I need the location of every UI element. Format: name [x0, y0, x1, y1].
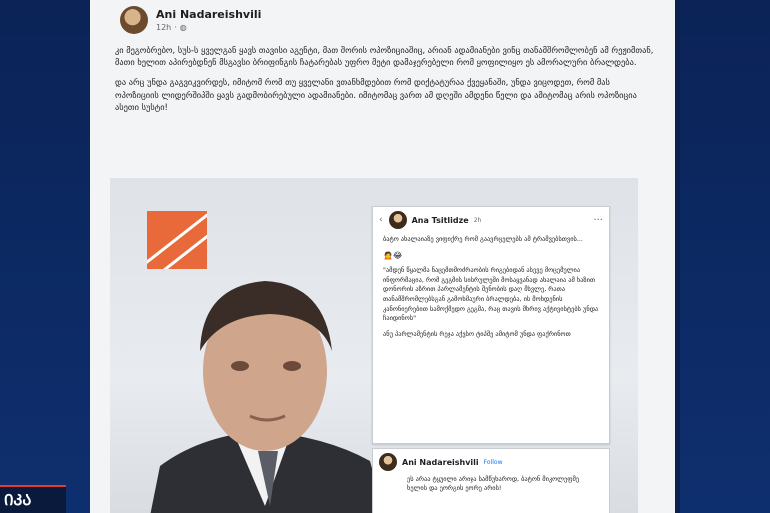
background-right [680, 0, 770, 513]
comment-author-name: Ani Nadareishvili [402, 457, 479, 467]
post-text: კი მეგობრებო, სუს-ს ყველგან ყავს თავისი … [115, 44, 655, 121]
background-left [0, 0, 90, 513]
embedded-comment-screenshot: Ani Nadareishvili Follow ეს არაა ტყუილი … [372, 448, 610, 513]
embedded-line-2: ანუ პარლამენტის რეჯა აქვსო ტიპშე ამიტომ … [383, 329, 571, 338]
embedded-post-time: 2h [473, 216, 482, 224]
post-paragraph-2: და არც უნდა გაგვიკვირდეს, იმიტომ რომ თუ … [115, 77, 637, 112]
embedded-post-screenshot: ‹ Ana Tsitlidze 2h ··· ბატო ახალაიაზე ვი… [372, 206, 610, 444]
post-paragraph-1: კი მეგობრებო, სუს-ს ყველგან ყავს თავისი … [115, 45, 654, 68]
embedded-author-name: Ana Tsitlidze [411, 215, 469, 225]
embedded-author-avatar [388, 211, 407, 229]
comment-text: ეს არაა ტყუილი არიჯა სამწუხაროდ, ბატონ მ… [407, 475, 580, 492]
comment-author-avatar [379, 453, 397, 471]
author-name[interactable]: Ani Nadareishvili [156, 8, 261, 21]
dot-separator: · [174, 23, 177, 32]
channel-bug: ᲘᲙᲐ [0, 485, 66, 513]
post-meta: 12h · ◍ [156, 23, 261, 32]
man-photo [150, 281, 385, 513]
author-avatar[interactable] [120, 6, 148, 34]
embedded-line-1: ბატო ახალაიაზე ვიფიქრე რომ გაავრცელებს ა… [383, 235, 583, 243]
embedded-quote: "ამდენ წყალმა ნაცემთმოძრაობის რიგებიდან … [383, 266, 599, 323]
back-arrow-icon: ‹ [379, 215, 383, 225]
post-time[interactable]: 12h [156, 23, 171, 32]
more-options-icon: ··· [593, 214, 603, 226]
post-header: Ani Nadareishvili 12h · ◍ [120, 6, 261, 34]
follow-link: Follow [483, 458, 503, 466]
globe-icon: ◍ [179, 23, 187, 32]
facebook-post-card: Ani Nadareishvili 12h · ◍ კი მეგობრებო, … [90, 0, 675, 513]
emoji-row: 🙍😂 [383, 250, 403, 260]
post-image[interactable]: ‹ Ana Tsitlidze 2h ··· ბატო ახალაიაზე ვი… [110, 178, 638, 513]
